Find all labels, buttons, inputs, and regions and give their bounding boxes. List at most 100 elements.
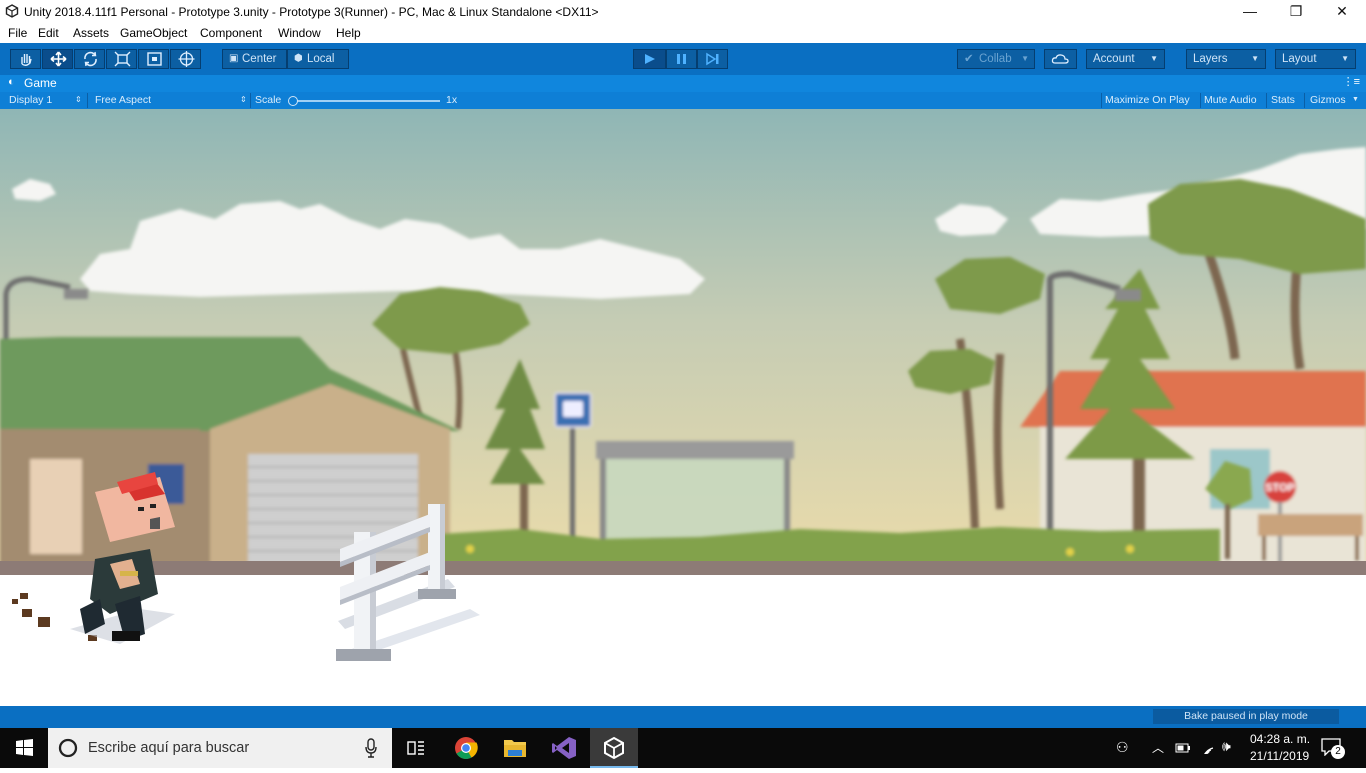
notification-count-badge: 2 — [1331, 745, 1345, 759]
transform-tool-button[interactable] — [170, 49, 201, 69]
menu-component[interactable]: Component — [200, 26, 262, 40]
window-titlebar: Unity 2018.4.11f1 Personal - Prototype 3… — [0, 0, 1366, 23]
move-icon — [50, 51, 67, 67]
restore-button[interactable]: ❐ — [1273, 0, 1319, 23]
layers-label: Layers — [1193, 53, 1228, 65]
road-curb — [0, 561, 1366, 575]
tab-menu-icon[interactable]: ⋮≡ — [1343, 75, 1360, 88]
scale-tool-button[interactable] — [106, 49, 137, 69]
rotate-tool-button[interactable] — [74, 49, 105, 69]
clock-time[interactable]: 04:28 a. m. — [1250, 732, 1310, 746]
microphone-icon[interactable] — [364, 738, 378, 758]
chevron-down-icon: ▼ — [1251, 54, 1259, 63]
divider — [250, 93, 251, 108]
maximize-on-play-toggle[interactable]: Maximize On Play — [1105, 94, 1190, 106]
battery-icon[interactable] — [1175, 742, 1191, 754]
game-options-bar: Display 1 ⇕ Free Aspect ⇕ Scale 1x Maxim… — [0, 92, 1366, 109]
divider — [87, 93, 88, 108]
divider — [1101, 93, 1102, 108]
folder-icon — [504, 740, 526, 757]
space-local-toggle[interactable]: ⬢ Local — [287, 49, 349, 69]
scale-slider-thumb[interactable] — [288, 96, 298, 106]
chevron-down-icon: ▼ — [1341, 54, 1349, 63]
play-button[interactable] — [633, 49, 666, 69]
chevron-down-icon: ▼ — [1150, 54, 1158, 63]
menu-window[interactable]: Window — [278, 26, 321, 40]
divider — [1304, 93, 1305, 108]
scale-value: 1x — [446, 94, 458, 106]
menu-bar: File Edit Assets GameObject Component Wi… — [0, 23, 1366, 43]
cloud-button[interactable] — [1044, 49, 1077, 69]
account-dropdown[interactable]: Account ▼ — [1086, 49, 1165, 69]
pivot-icon: ▣ — [229, 53, 239, 64]
volume-icon[interactable]: 🕪 — [1222, 738, 1231, 755]
layers-dropdown[interactable]: Layers ▼ — [1186, 49, 1266, 69]
status-bar: Bake paused in play mode — [0, 706, 1366, 728]
cortana-icon — [58, 738, 78, 758]
menu-edit[interactable]: Edit — [38, 26, 59, 40]
menu-help[interactable]: Help — [336, 26, 361, 40]
scale-label: Scale — [255, 94, 282, 106]
step-button[interactable] — [697, 49, 728, 69]
game-view[interactable]: STOP — [0, 109, 1366, 706]
layout-label: Layout — [1282, 53, 1317, 65]
stats-toggle[interactable]: Stats — [1271, 94, 1295, 106]
game-tab[interactable]: Game — [24, 76, 57, 90]
collab-label: Collab — [979, 53, 1012, 65]
chevron-down-icon: ▼ — [1021, 54, 1029, 63]
display-chevron-icon: ⇕ — [75, 95, 82, 104]
rotate-icon — [84, 51, 97, 67]
collab-dropdown[interactable]: ✔ Collab ▼ — [957, 49, 1035, 69]
rect-icon — [147, 52, 162, 66]
unity-logo-icon — [5, 4, 19, 18]
action-center-button[interactable]: 2 — [1318, 736, 1346, 760]
collab-check-icon: ✔ — [964, 53, 974, 65]
task-view-button[interactable] — [392, 728, 440, 768]
layout-dropdown[interactable]: Layout ▼ — [1275, 49, 1356, 69]
task-view-icon — [407, 741, 424, 755]
aspect-dropdown[interactable]: Free Aspect — [95, 94, 151, 106]
cloud-icon — [1051, 54, 1069, 64]
search-placeholder: Escribe aquí para buscar — [88, 740, 250, 756]
pivot-center-toggle[interactable]: ▣ Center — [222, 49, 287, 69]
people-icon[interactable]: ⚇ — [1116, 739, 1129, 756]
divider — [1266, 93, 1267, 108]
hand-tool-button[interactable] — [10, 49, 41, 69]
move-tool-button[interactable] — [42, 49, 73, 69]
mute-audio-toggle[interactable]: Mute Audio — [1204, 94, 1257, 106]
clock-date[interactable]: 21/11/2019 — [1250, 749, 1309, 763]
account-label: Account — [1093, 53, 1135, 65]
menu-assets[interactable]: Assets — [73, 26, 109, 40]
menu-gameobject[interactable]: GameObject — [120, 26, 187, 40]
wifi-icon[interactable] — [1200, 740, 1216, 754]
pause-button[interactable] — [666, 49, 697, 69]
ground — [0, 575, 1366, 706]
show-hidden-icons-chevron-icon[interactable]: ︿ — [1152, 739, 1164, 756]
visual-studio-icon — [552, 737, 576, 759]
pivot-label: Center — [242, 53, 277, 65]
main-toolbar: ▣ Center ⬢ Local ✔ Collab ▼ Account ▼ La… — [0, 43, 1366, 75]
game-tab-bar: ◐ Game ⋮≡ — [0, 75, 1366, 92]
divider — [1200, 93, 1201, 108]
chevron-down-icon: ▼ — [1352, 96, 1359, 103]
file-explorer-taskbar-button[interactable] — [491, 728, 539, 768]
minimize-button[interactable]: — — [1227, 0, 1273, 23]
game-tab-icon: ◐ — [8, 76, 15, 88]
unity-taskbar-button[interactable] — [590, 728, 638, 768]
start-button[interactable] — [0, 728, 48, 768]
pause-icon — [677, 54, 686, 64]
local-icon: ⬢ — [294, 53, 303, 64]
aspect-chevron-icon: ⇕ — [240, 95, 247, 104]
visual-studio-taskbar-button[interactable] — [541, 728, 589, 768]
gizmos-dropdown[interactable]: Gizmos — [1310, 94, 1346, 106]
taskbar-search-box[interactable]: Escribe aquí para buscar — [48, 728, 392, 768]
chrome-taskbar-button[interactable] — [442, 728, 490, 768]
space-label: Local — [307, 53, 335, 65]
display-dropdown[interactable]: Display 1 — [9, 94, 52, 106]
close-button[interactable]: ✕ — [1319, 0, 1365, 23]
scale-slider[interactable] — [288, 96, 440, 106]
windows-icon — [16, 739, 33, 756]
transform-icon — [178, 51, 195, 67]
rect-tool-button[interactable] — [138, 49, 169, 69]
menu-file[interactable]: File — [8, 26, 27, 40]
